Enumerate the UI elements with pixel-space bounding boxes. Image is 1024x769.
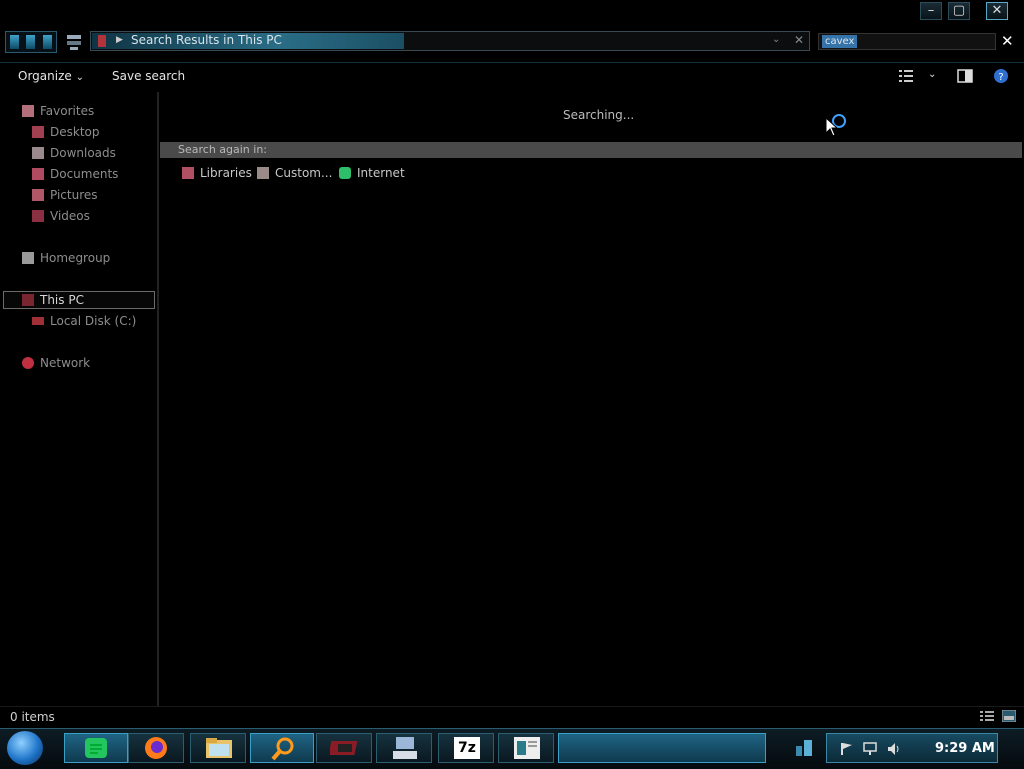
- 7zip-icon: 7z: [454, 737, 480, 759]
- clear-search-icon[interactable]: ✕: [1001, 32, 1014, 50]
- searching-status: Searching...: [563, 108, 635, 122]
- search-again-libraries[interactable]: Libraries: [182, 166, 252, 180]
- taskbar-search[interactable]: [250, 733, 314, 763]
- document-window-icon: [514, 737, 540, 759]
- taskbar-document-app[interactable]: [498, 733, 554, 763]
- item-count: 0 items: [10, 710, 55, 724]
- large-icons-view-icon[interactable]: [1002, 710, 1016, 722]
- folder-icon: [257, 167, 269, 179]
- taskbar-file-explorer[interactable]: [190, 733, 246, 763]
- help-icon[interactable]: ?: [993, 68, 1009, 84]
- search-again-internet[interactable]: Internet: [339, 166, 405, 180]
- taskbar-gpu-app[interactable]: [316, 733, 372, 763]
- back-icon[interactable]: [9, 35, 19, 49]
- view-options-chevron-icon[interactable]: ⌄: [928, 69, 936, 80]
- nav-local-disk[interactable]: Local Disk (C:): [32, 314, 136, 328]
- close-window-button[interactable]: ✕: [986, 2, 1008, 20]
- stop-search-icon[interactable]: ✕: [794, 33, 804, 47]
- action-center-flag-icon[interactable]: [838, 741, 854, 757]
- search-icon: [271, 737, 294, 761]
- status-bar: [0, 706, 1024, 729]
- recent-locations-icon[interactable]: [66, 33, 82, 51]
- nav-desktop[interactable]: Desktop: [32, 125, 100, 139]
- taskbar-explorer-window[interactable]: [558, 733, 766, 763]
- title-bar: [0, 0, 1024, 28]
- preview-pane-icon[interactable]: [957, 68, 973, 84]
- graphics-card-icon: [330, 741, 358, 755]
- desktop-icon: [32, 126, 44, 138]
- notes-app-icon: [85, 738, 107, 758]
- network-tray-icon[interactable]: [862, 741, 878, 757]
- homegroup-icon: [22, 252, 34, 264]
- address-dropdown-icon[interactable]: ⌄: [772, 34, 780, 45]
- volume-icon[interactable]: [886, 741, 902, 757]
- taskbar-notes-app[interactable]: [64, 733, 128, 763]
- taskbar-7zip[interactable]: 7z: [438, 733, 494, 763]
- minimize-button[interactable]: –: [920, 2, 942, 20]
- videos-icon: [32, 210, 44, 222]
- save-search-button[interactable]: Save search: [112, 69, 185, 83]
- search-folder-icon: [98, 35, 106, 47]
- back-forward-buttons[interactable]: [5, 31, 57, 53]
- firefox-icon: [145, 737, 167, 759]
- mouse-pointer-icon: [825, 117, 837, 137]
- start-button[interactable]: [7, 731, 43, 765]
- results-pane: [160, 92, 1024, 706]
- network-icon: [22, 357, 34, 369]
- organize-button[interactable]: Organize ⌄: [18, 69, 84, 83]
- svg-text:?: ?: [998, 72, 1003, 83]
- computer-icon: [22, 294, 34, 306]
- search-again-bar: [160, 142, 1022, 158]
- show-desktop-icon[interactable]: [794, 738, 816, 758]
- nav-downloads[interactable]: Downloads: [32, 146, 116, 160]
- libraries-icon: [182, 167, 194, 179]
- drive-icon: [32, 317, 44, 325]
- navigation-pane: [0, 92, 159, 706]
- maximize-button[interactable]: ▢: [948, 2, 970, 20]
- nav-pictures[interactable]: Pictures: [32, 188, 98, 202]
- internet-icon: [339, 167, 351, 179]
- taskbar-firefox[interactable]: [128, 733, 184, 763]
- up-icon[interactable]: [43, 35, 53, 49]
- search-again-custom[interactable]: Custom...: [257, 166, 332, 180]
- nav-favorites[interactable]: Favorites: [22, 104, 94, 118]
- taskbar-keyboard-app[interactable]: [376, 733, 432, 763]
- search-again-label: Search again in:: [178, 143, 268, 156]
- forward-icon[interactable]: [26, 35, 36, 49]
- downloads-icon: [32, 147, 44, 159]
- star-icon: [22, 105, 34, 117]
- chevron-down-icon: ⌄: [75, 72, 84, 83]
- nav-videos[interactable]: Videos: [32, 209, 90, 223]
- folder-icon: [206, 738, 232, 758]
- address-text[interactable]: Search Results in This PC: [131, 33, 282, 47]
- nav-network[interactable]: Network: [22, 356, 90, 370]
- details-view-icon[interactable]: [980, 710, 994, 722]
- taskbar-clock[interactable]: 9:29 AM: [935, 741, 995, 756]
- breadcrumb-arrow-icon[interactable]: ▶: [116, 35, 123, 45]
- search-query-text[interactable]: cavex: [822, 35, 858, 48]
- documents-icon: [32, 168, 44, 180]
- nav-homegroup[interactable]: Homegroup: [22, 251, 110, 265]
- nav-this-pc[interactable]: This PC: [22, 293, 84, 307]
- view-details-icon[interactable]: [898, 68, 914, 84]
- nav-documents[interactable]: Documents: [32, 167, 118, 181]
- pictures-icon: [32, 189, 44, 201]
- computer-keyboard-icon: [393, 737, 417, 759]
